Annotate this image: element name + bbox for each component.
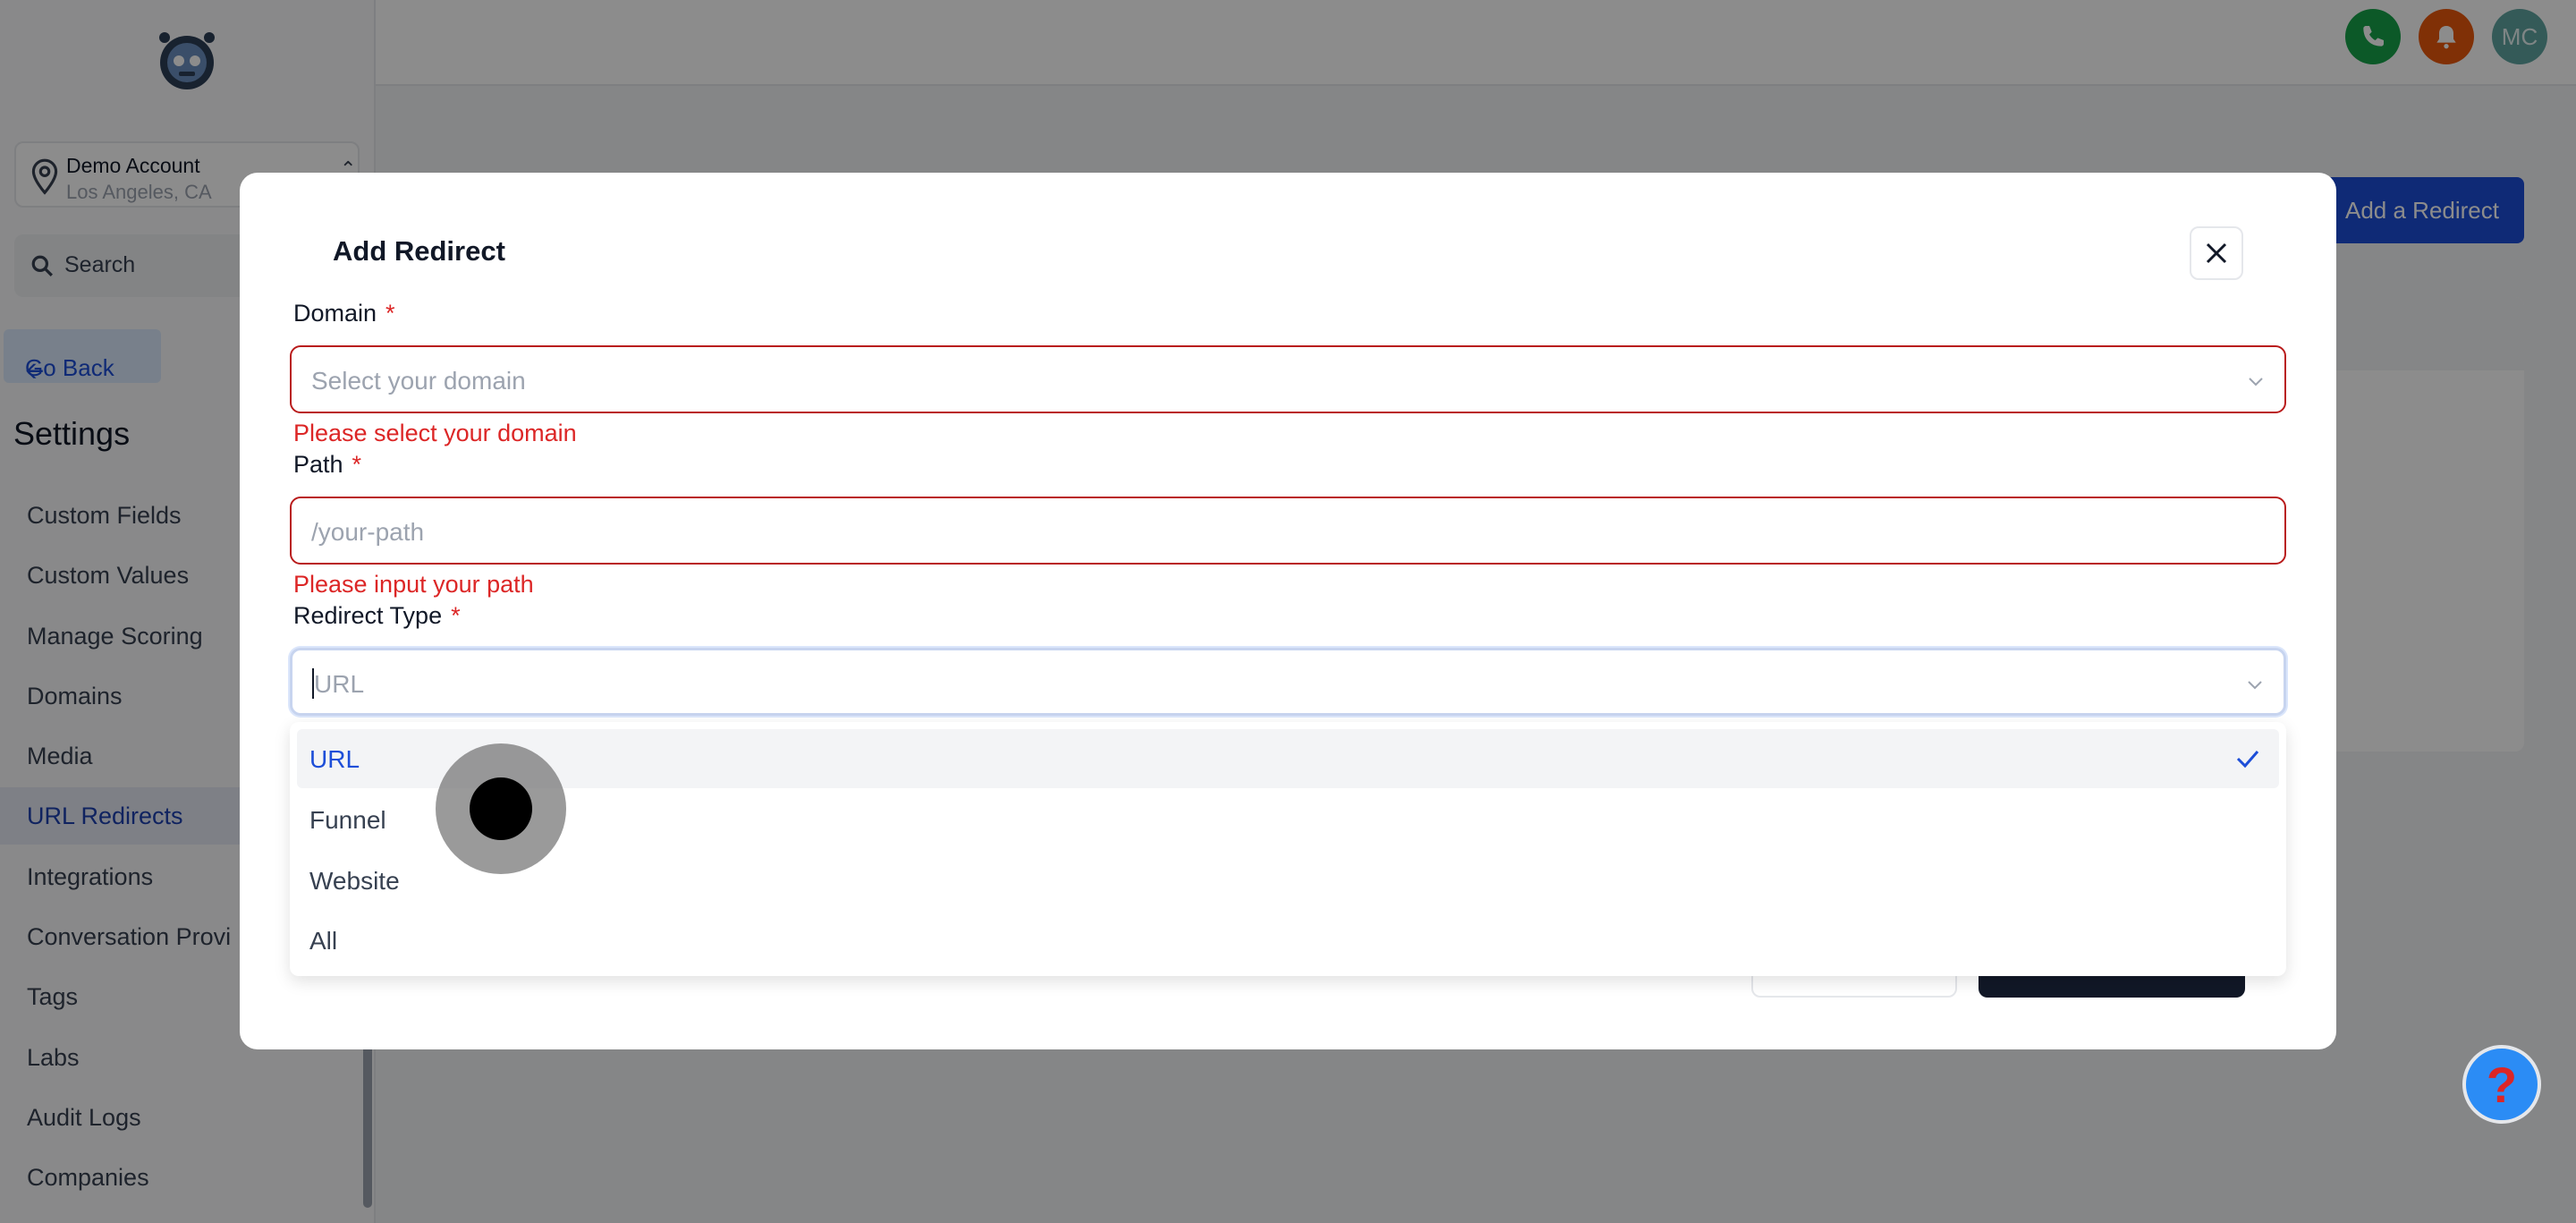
check-icon (2236, 751, 2259, 769)
option-funnel[interactable]: Funnel (297, 790, 2279, 849)
option-label: Website (309, 867, 400, 895)
redirect-type-placeholder: URL (314, 670, 365, 698)
domain-select[interactable]: Select your domain (290, 345, 2286, 413)
required-marker: * (386, 300, 395, 327)
help-button[interactable]: ? (2462, 1045, 2541, 1124)
path-input[interactable]: /your-path (290, 497, 2286, 565)
required-marker: * (352, 451, 362, 478)
redirect-type-dropdown: URL Funnel Website All (290, 722, 2286, 976)
domain-label-text: Domain (293, 300, 377, 327)
path-error: Please input your path (293, 571, 534, 598)
option-website[interactable]: Website (297, 851, 2279, 910)
required-marker: * (451, 602, 461, 629)
domain-placeholder: Select your domain (311, 367, 526, 395)
path-label: Path * (293, 451, 361, 479)
option-label: URL (309, 745, 360, 773)
modal-title: Add Redirect (333, 235, 505, 267)
touch-indicator (436, 743, 566, 874)
path-placeholder: /your-path (311, 518, 425, 546)
touch-dot (470, 777, 532, 840)
option-label: Funnel (309, 806, 386, 834)
chevron-down-icon (2249, 378, 2263, 386)
domain-label: Domain * (293, 300, 395, 327)
close-button[interactable] (2190, 226, 2243, 280)
option-all[interactable]: All (297, 911, 2279, 970)
redirect-type-select[interactable]: URL (290, 648, 2286, 716)
option-label: All (309, 927, 338, 955)
domain-error: Please select your domain (293, 420, 577, 446)
redirect-type-label: Redirect Type * (293, 602, 461, 630)
chevron-down-icon (2248, 681, 2262, 690)
redirect-type-label-text: Redirect Type (293, 602, 443, 629)
option-url[interactable]: URL (297, 729, 2279, 788)
close-icon (2206, 242, 2227, 264)
path-label-text: Path (293, 451, 343, 478)
